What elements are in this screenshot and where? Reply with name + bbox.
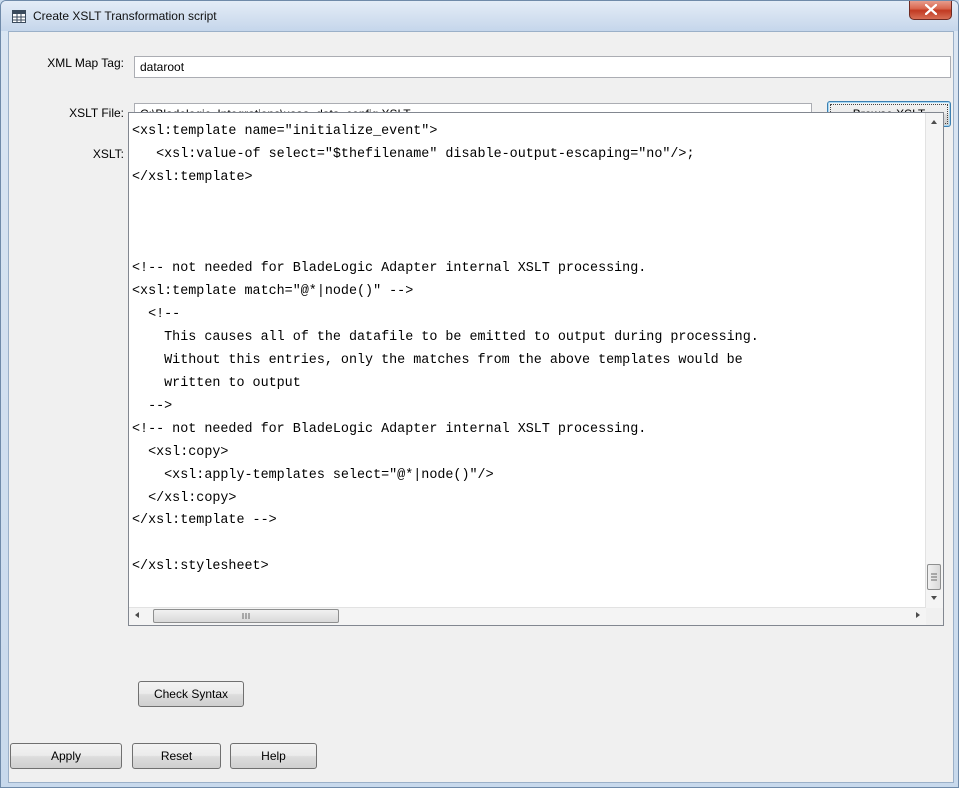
arrow-up-icon[interactable]: [931, 120, 937, 124]
scroll-grip-icon: [931, 573, 937, 581]
help-button[interactable]: Help: [230, 743, 317, 769]
reset-button[interactable]: Reset: [132, 743, 221, 769]
vertical-scrollbar[interactable]: [925, 113, 943, 608]
vertical-scroll-thumb[interactable]: [927, 564, 941, 590]
close-icon: [925, 4, 937, 15]
horizontal-scrollbar[interactable]: [129, 607, 926, 625]
apply-button[interactable]: Apply: [10, 743, 122, 769]
check-syntax-button[interactable]: Check Syntax: [138, 681, 244, 707]
xml-map-tag-label: XML Map Tag:: [47, 56, 124, 70]
xslt-file-label: XSLT File:: [69, 106, 124, 120]
xslt-code-text[interactable]: <xsl:template name="initialize_event"> <…: [132, 121, 925, 607]
arrow-left-icon[interactable]: [135, 612, 139, 618]
horizontal-scroll-thumb[interactable]: [153, 609, 339, 623]
dialog-window: Create XSLT Transformation script XML Ma…: [0, 0, 959, 788]
xml-map-tag-input[interactable]: dataroot: [134, 56, 951, 78]
arrow-right-icon[interactable]: [916, 612, 920, 618]
scroll-corner: [926, 608, 943, 625]
scroll-grip-icon: [242, 613, 250, 619]
xslt-label: XSLT:: [92, 147, 124, 161]
table-window-icon: [12, 10, 26, 23]
title-bar[interactable]: Create XSLT Transformation script: [1, 1, 958, 31]
close-button[interactable]: [909, 1, 952, 20]
window-title: Create XSLT Transformation script: [33, 9, 217, 23]
xslt-editor[interactable]: <xsl:template name="initialize_event"> <…: [128, 112, 944, 626]
arrow-down-icon[interactable]: [931, 596, 937, 600]
